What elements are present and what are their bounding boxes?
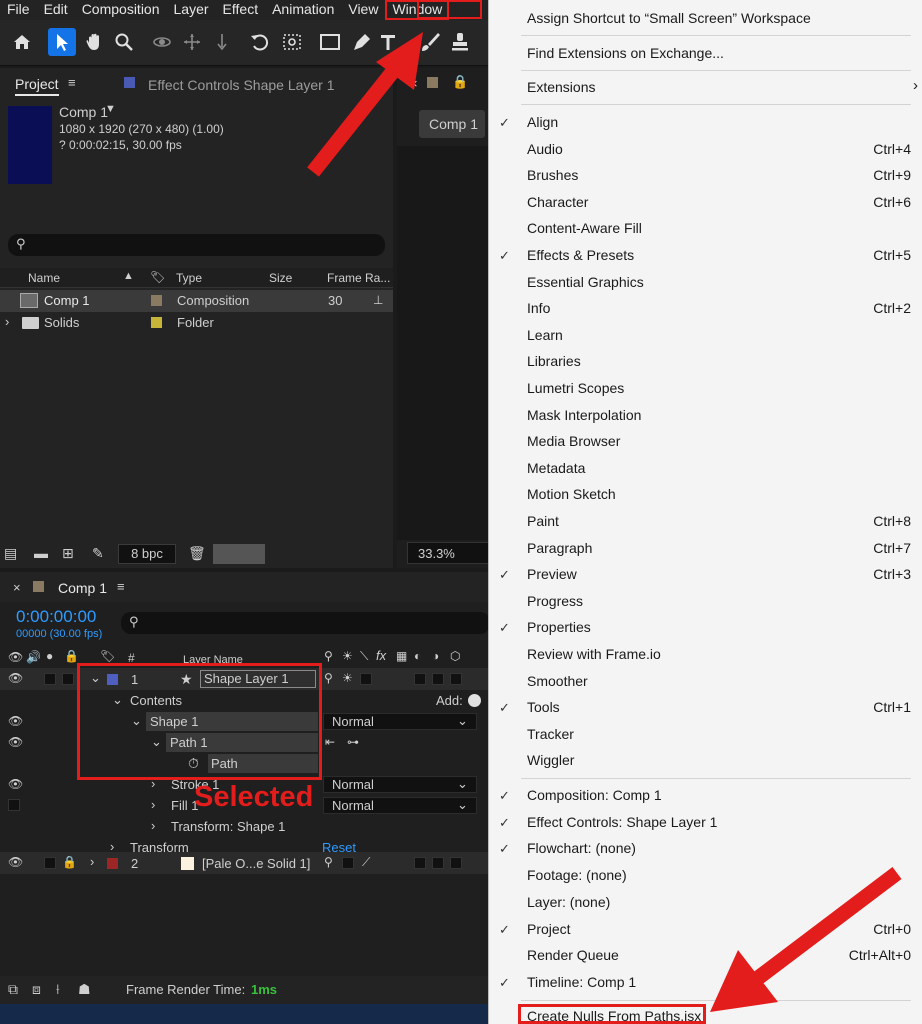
arrow-to-create-nulls bbox=[753, 867, 902, 984]
arrow-head-create-nulls bbox=[710, 950, 778, 1012]
after-effects-window: File Edit Composition Layer Effect Anima… bbox=[0, 0, 922, 1024]
annotation-arrows bbox=[307, 32, 902, 1012]
arrow-to-window-menu bbox=[307, 55, 408, 177]
